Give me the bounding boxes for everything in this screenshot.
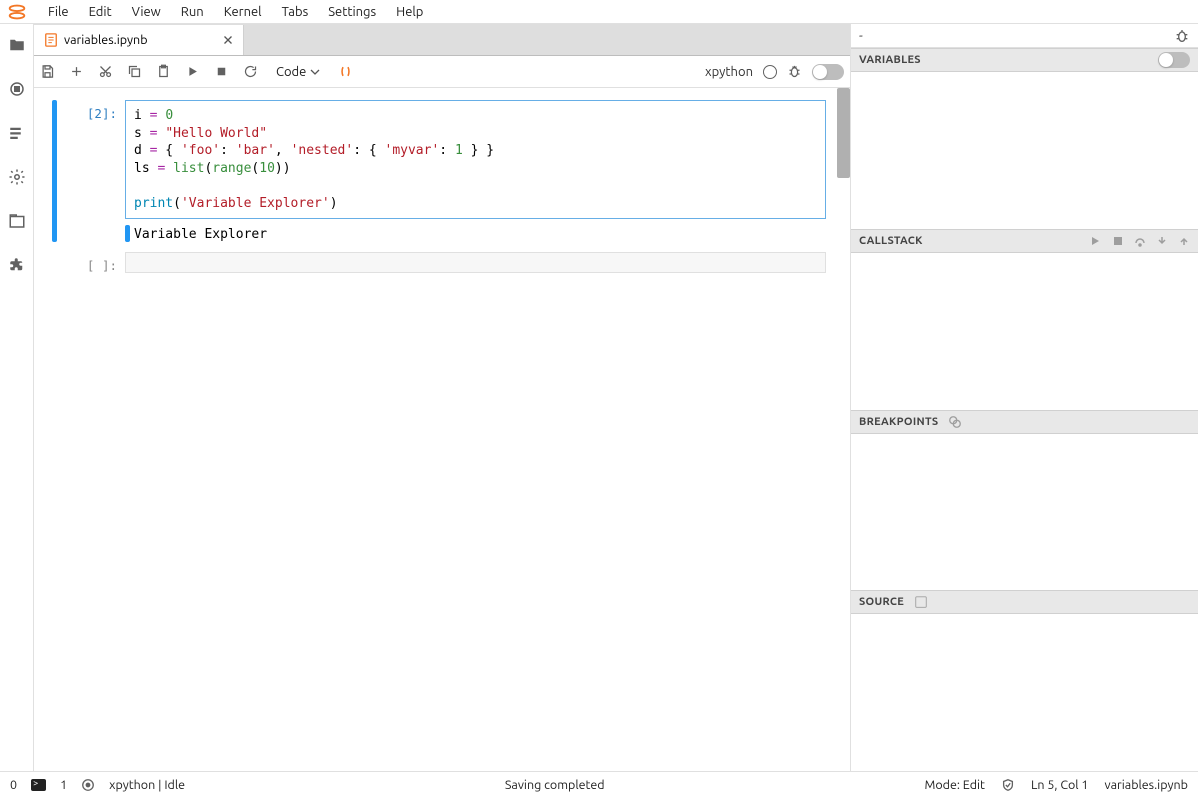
variables-body [851, 72, 1198, 229]
folder-icon[interactable] [8, 36, 26, 54]
code-cell-empty[interactable]: [ ]: [40, 248, 844, 279]
output-indicator [125, 225, 130, 242]
cell-output: Variable Explorer [132, 225, 267, 242]
menu-view[interactable]: View [122, 3, 171, 21]
puzzle-icon[interactable] [8, 256, 26, 274]
statusbar: 0 1 xpython | Idle Saving completed Mode… [0, 771, 1198, 798]
sb-kernel-status[interactable]: xpython | Idle [109, 778, 185, 792]
restart-icon[interactable] [243, 64, 258, 79]
menu-edit[interactable]: Edit [79, 3, 122, 21]
terminate-icon[interactable] [1112, 235, 1124, 247]
code-input[interactable] [125, 252, 826, 273]
tabs-icon[interactable] [8, 212, 26, 230]
tabbar: variables.ipynb [34, 24, 850, 56]
rp-section-callstack[interactable]: CALLSTACK [851, 229, 1198, 253]
breakpoints-body [851, 434, 1198, 591]
copy-icon[interactable] [127, 64, 142, 79]
menu-settings[interactable]: Settings [318, 3, 386, 21]
settings-gear-icon[interactable] [8, 168, 26, 186]
main-area: variables.ipynb Code xpyth [34, 24, 850, 771]
continue-icon[interactable] [1090, 235, 1102, 247]
debugger-toggle[interactable] [812, 64, 844, 80]
rp-title: - [851, 24, 1198, 48]
rp-section-variables[interactable]: VARIABLES [851, 48, 1198, 72]
notebook-icon [44, 33, 58, 47]
scrollbar[interactable] [837, 88, 850, 771]
close-icon[interactable] [221, 33, 235, 47]
notebook-body[interactable]: [2]: i = 0 s = "Hello World" d = { 'foo'… [34, 88, 850, 771]
cell-active-indicator [52, 100, 57, 242]
cell-indicator [52, 252, 57, 273]
code-cell[interactable]: [2]: i = 0 s = "Hello World" d = { 'foo'… [40, 96, 844, 248]
sb-terminal-count[interactable]: 1 [60, 778, 67, 792]
source-body [851, 614, 1198, 771]
left-sidebar [0, 24, 34, 771]
step-in-icon[interactable] [1156, 235, 1168, 247]
menu-kernel[interactable]: Kernel [214, 3, 272, 21]
kernel-name[interactable]: xpython [705, 65, 753, 79]
menu-file[interactable]: File [38, 3, 79, 21]
tab-title: variables.ipynb [64, 33, 148, 47]
insert-cell-icon[interactable] [69, 64, 84, 79]
prompt: [ ]: [59, 252, 125, 273]
callstack-body [851, 253, 1198, 410]
cell-type-label: Code [276, 65, 306, 79]
bug-icon[interactable] [787, 64, 802, 79]
chevron-down-icon [310, 67, 320, 77]
sb-cursor[interactable]: Ln 5, Col 1 [1031, 778, 1089, 792]
right-panel: - VARIABLES CALLSTACK BREAKPOINTS SOU [850, 24, 1198, 771]
rp-section-source[interactable]: SOURCE [851, 590, 1198, 614]
sb-saving-status: Saving completed [201, 778, 908, 792]
sb-mode[interactable]: Mode: Edit [924, 778, 985, 792]
tab-variables-ipynb[interactable]: variables.ipynb [34, 25, 244, 55]
code-input[interactable]: i = 0 s = "Hello World" d = { 'foo': 'ba… [125, 100, 826, 219]
notebook-toolbar: Code xpython [34, 56, 850, 88]
status-lsp-icon[interactable] [81, 778, 95, 792]
running-icon[interactable] [8, 80, 26, 98]
sb-filename[interactable]: variables.ipynb [1104, 778, 1188, 792]
paste-icon[interactable] [156, 64, 171, 79]
menu-help[interactable]: Help [386, 3, 433, 21]
terminal-icon[interactable] [31, 779, 46, 791]
cut-icon[interactable] [98, 64, 113, 79]
step-over-icon[interactable] [1134, 235, 1146, 247]
scrollbar-thumb[interactable] [837, 88, 850, 178]
commands-icon[interactable] [8, 124, 26, 142]
step-out-icon[interactable] [1178, 235, 1190, 247]
sb-kernel-count[interactable]: 0 [10, 778, 17, 792]
menubar: File Edit View Run Kernel Tabs Settings … [0, 0, 1198, 24]
jupyter-logo-icon [6, 1, 28, 23]
stop-icon[interactable] [214, 64, 229, 79]
close-all-icon[interactable] [948, 415, 962, 429]
menu-run[interactable]: Run [171, 3, 214, 21]
render-icon[interactable] [338, 64, 353, 79]
rp-section-breakpoints[interactable]: BREAKPOINTS [851, 410, 1198, 434]
cell-type-select[interactable]: Code [272, 64, 324, 80]
save-icon[interactable] [40, 64, 55, 79]
variables-toggle[interactable] [1158, 52, 1190, 68]
kernel-status-icon[interactable] [763, 65, 777, 79]
open-source-icon[interactable] [914, 595, 928, 609]
menu-tabs[interactable]: Tabs [272, 3, 319, 21]
trusted-icon[interactable] [1001, 778, 1015, 792]
bug-icon[interactable] [1174, 28, 1190, 44]
run-icon[interactable] [185, 64, 200, 79]
prompt: [2]: [59, 100, 125, 242]
